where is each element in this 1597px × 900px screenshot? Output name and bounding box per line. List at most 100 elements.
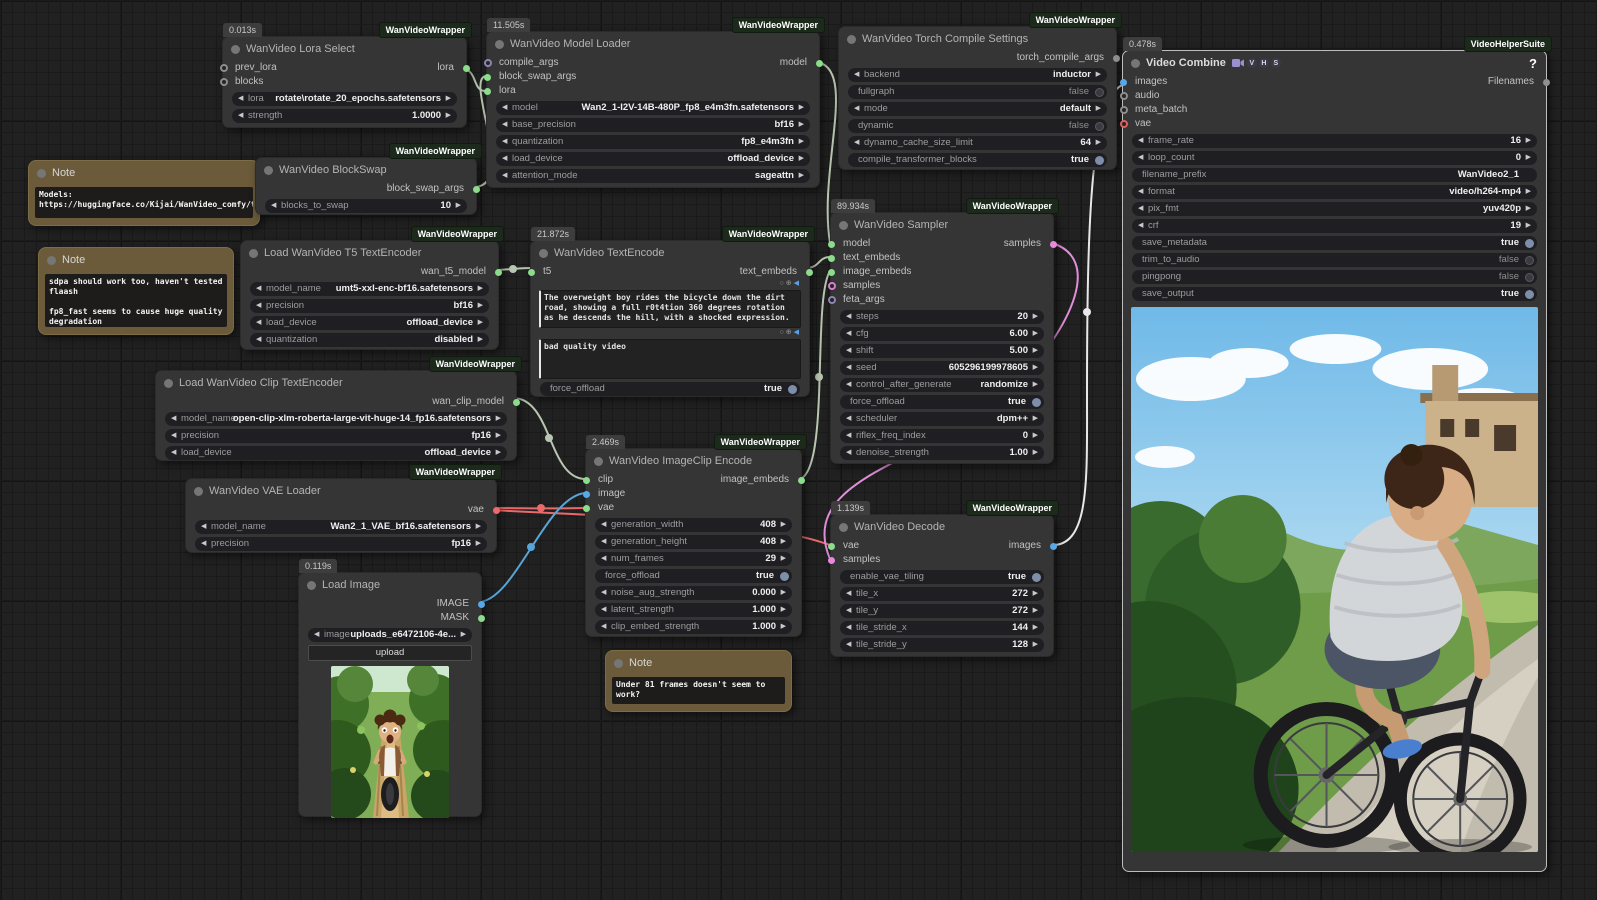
port-model[interactable] [827,240,835,248]
widget-fullgraph[interactable]: fullgraph false [848,85,1107,99]
widget-mode[interactable]: mode default [848,102,1107,116]
decrement-arrow-icon[interactable] [171,412,176,426]
port-vae[interactable] [827,542,835,550]
widget-force-offload[interactable]: force_offload true [540,382,800,396]
decrement-arrow-icon[interactable] [846,378,851,392]
toggle-on[interactable] [1032,397,1041,407]
port-prev-lora[interactable] [219,64,228,72]
port-lora[interactable] [483,87,491,95]
decrement-arrow-icon[interactable] [601,603,606,617]
widget-save-output[interactable]: save_output true [1132,287,1537,301]
port-mask-out[interactable] [477,614,485,622]
increment-arrow-icon[interactable] [799,101,804,115]
increment-arrow-icon[interactable] [1033,344,1038,358]
increment-arrow-icon[interactable] [781,620,786,634]
widget-riflex-freq-index[interactable]: riflex_freq_index 0 [840,429,1044,443]
node-wanvideo-decode[interactable]: 1.139s WanVideoWrapper WanVideo Decode v… [827,500,1059,657]
increment-arrow-icon[interactable] [1033,327,1038,341]
negative-prompt-textarea[interactable]: bad quality video [539,339,801,379]
widget-noise-aug-strength[interactable]: noise_aug_strength 0.000 [595,586,792,600]
port-image-embeds-out[interactable] [797,476,805,484]
widget-scheduler[interactable]: scheduler dpm++ [840,412,1044,426]
increment-arrow-icon[interactable] [496,412,501,426]
increment-arrow-icon[interactable] [476,537,481,551]
node-title-bar[interactable]: WanVideo BlockSwap [256,158,476,182]
widget-denoise-strength[interactable]: denoise_strength 1.00 [840,446,1044,460]
port-vae[interactable] [1119,120,1128,128]
graph-canvas[interactable]: { "colors":{ "link_model":"#b9c6b1","lin… [0,0,1597,900]
increment-arrow-icon[interactable] [1033,604,1038,618]
decrement-arrow-icon[interactable] [846,446,851,460]
help-icon[interactable] [1529,56,1537,71]
port-image[interactable] [582,490,590,498]
node-title-bar[interactable]: WanVideo TextEncode [531,241,809,265]
decrement-arrow-icon[interactable] [854,102,859,116]
port-images[interactable] [1119,78,1127,86]
decrement-arrow-icon[interactable] [854,68,859,82]
target-icon[interactable]: ⊕ [786,329,792,336]
node-wanvideo-sampler[interactable]: 89.934s WanVideoWrapper WanVideo Sampler… [827,198,1059,464]
node-video-combine[interactable]: 0.478s VideoHelperSuite Video Combine V … [1119,36,1552,872]
widget-quantization[interactable]: quantization fp8_e4m3fn [496,135,810,149]
widget-base-precision[interactable]: base_precision bf16 [496,118,810,132]
toggle-off[interactable] [1095,88,1104,97]
increment-arrow-icon[interactable] [1096,68,1101,82]
port-lora-out[interactable] [462,64,470,72]
node-wanvideo-lora-select[interactable]: 0.013s WanVideoWrapper WanVideo Lora Sel… [219,22,472,128]
decrement-arrow-icon[interactable] [601,535,606,549]
increment-arrow-icon[interactable] [496,446,501,460]
node-title-bar[interactable]: Load WanVideo T5 TextEncoder [241,241,498,265]
increment-arrow-icon[interactable] [461,628,466,642]
widget-dynamic[interactable]: dynamic false [848,119,1107,133]
node-title-bar[interactable]: Video Combine V H S [1123,51,1546,75]
increment-arrow-icon[interactable] [781,552,786,566]
increment-arrow-icon[interactable] [1526,134,1531,148]
decrement-arrow-icon[interactable] [238,109,243,123]
widget-load-device[interactable]: load_device offload_device [496,152,810,166]
node-title-bar[interactable]: WanVideo ImageClip Encode [586,449,801,473]
note-text[interactable]: Under 81 frames doesn't seem to work? [612,677,785,704]
increment-arrow-icon[interactable] [1526,151,1531,165]
increment-arrow-icon[interactable] [1033,587,1038,601]
widget-lora[interactable]: lora rotate\rotate_20_epochs.safetensors [232,92,457,106]
increment-arrow-icon[interactable] [781,603,786,617]
node-title-bar[interactable]: Note [39,248,233,272]
increment-arrow-icon[interactable] [1096,136,1101,150]
port-blocks[interactable] [219,78,228,86]
widget-dynamo-cache-size-limit[interactable]: dynamo_cache_size_limit 64 [848,136,1107,150]
port-audio[interactable] [1119,92,1128,100]
decrement-arrow-icon[interactable] [846,621,851,635]
widget-tile-y[interactable]: tile_y 272 [840,604,1044,618]
widget-strength[interactable]: strength 1.0000 [232,109,457,123]
decrement-arrow-icon[interactable] [256,333,261,347]
increment-arrow-icon[interactable] [496,429,501,443]
decrement-arrow-icon[interactable] [854,136,859,150]
widget-frame-rate[interactable]: frame_rate 16 [1132,134,1537,148]
increment-arrow-icon[interactable] [1033,361,1038,375]
increment-arrow-icon[interactable] [1033,378,1038,392]
widget-model-name[interactable]: model_name umt5-xxl-enc-bf16.safetensors [250,282,489,296]
port-vae-out[interactable] [492,506,500,514]
decrement-arrow-icon[interactable] [502,169,507,183]
increment-arrow-icon[interactable] [478,282,483,296]
note-frames[interactable]: Note Under 81 frames doesn't seem to wor… [605,650,792,712]
widget-format[interactable]: format video/h264-mp4 [1132,185,1537,199]
increment-arrow-icon[interactable] [781,518,786,532]
node-title-bar[interactable]: Load WanVideo Clip TextEncoder [156,371,516,395]
widget-load-device[interactable]: load_device offload_device [250,316,489,330]
decrement-arrow-icon[interactable] [502,152,507,166]
node-wanvideo-model-loader[interactable]: 11.505s WanVideoWrapper WanVideo Model L… [483,17,825,188]
node-wanvideo-blockswap[interactable]: WanVideoWrapper WanVideo BlockSwap block… [255,143,482,215]
decrement-arrow-icon[interactable] [256,316,261,330]
widget-crf[interactable]: crf 19 [1132,219,1537,233]
decrement-arrow-icon[interactable] [846,429,851,443]
port-model-out[interactable] [815,59,823,67]
widget-clip-embed-strength[interactable]: clip_embed_strength 1.000 [595,620,792,634]
decrement-arrow-icon[interactable] [238,92,243,106]
widget-tile-stride-x[interactable]: tile_stride_x 144 [840,621,1044,635]
decrement-arrow-icon[interactable] [256,282,261,296]
widget-force-offload[interactable]: force_offload true [840,395,1044,409]
play-icon[interactable]: ◀ [794,329,799,336]
note-text[interactable]: Models: https://huggingface.co/Kijai/Wan… [35,187,253,218]
note-sdpa[interactable]: Note sdpa should work too, haven't teste… [38,247,234,335]
